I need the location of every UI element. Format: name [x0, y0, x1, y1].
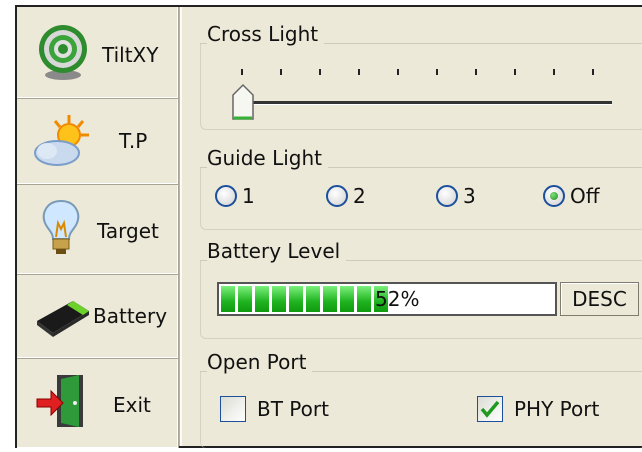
sidebar-item-tp[interactable]: T.P: [17, 99, 179, 185]
bt-port-label: BT Port: [257, 397, 329, 421]
battery-progress-bar: 52%: [217, 282, 557, 316]
battery-icon: [33, 287, 93, 347]
cross-light-title: Cross Light: [207, 22, 325, 46]
weather-icon: [31, 113, 91, 173]
radio-label: Off: [570, 184, 600, 208]
target-circle-icon: [33, 23, 93, 83]
guide-light-radio-2[interactable]: [326, 185, 348, 207]
sidebar-item-label: T.P: [119, 129, 148, 153]
light-bulb-icon: [31, 197, 91, 257]
battery-percent: 52%: [375, 287, 420, 311]
check-mark-icon: [480, 400, 500, 418]
bt-port-checkbox[interactable]: [220, 396, 246, 422]
guide-light-title: Guide Light: [207, 146, 328, 170]
sidebar-item-label: TiltXY: [102, 43, 159, 67]
guide-light-radio-off[interactable]: [543, 185, 565, 207]
guide-light-radio-1[interactable]: [215, 185, 237, 207]
sidebar: TiltXY T.P Target Battery Exit: [17, 7, 179, 448]
radio-label: 3: [463, 184, 476, 208]
sidebar-item-battery[interactable]: Battery: [17, 275, 179, 359]
app-window: TiltXY T.P Target Battery Exit Cross Lig…: [15, 5, 642, 448]
battery-progress-fill: [221, 286, 388, 312]
radio-label: 2: [353, 184, 366, 208]
desc-button[interactable]: DESC: [560, 282, 639, 316]
radio-label: 1: [242, 184, 255, 208]
open-port-title: Open Port: [207, 350, 313, 374]
cross-light-slider-thumb[interactable]: [231, 83, 255, 121]
sidebar-item-tiltxy[interactable]: TiltXY: [17, 7, 179, 99]
exit-door-icon: [33, 371, 93, 431]
radio-selected-dot: [550, 192, 558, 200]
sidebar-item-label: Target: [97, 219, 159, 243]
phy-port-checkbox[interactable]: [477, 396, 503, 422]
sidebar-divider: [179, 7, 182, 446]
guide-light-radio-3[interactable]: [436, 185, 458, 207]
sidebar-item-exit[interactable]: Exit: [17, 359, 179, 448]
sidebar-item-target[interactable]: Target: [17, 185, 179, 275]
cross-light-group: [200, 43, 642, 130]
battery-level-title: Battery Level: [207, 239, 347, 263]
cross-light-slider-track[interactable]: [242, 101, 612, 105]
sidebar-item-label: Exit: [113, 393, 151, 417]
sidebar-item-label: Battery: [93, 304, 168, 328]
phy-port-label: PHY Port: [514, 397, 600, 421]
